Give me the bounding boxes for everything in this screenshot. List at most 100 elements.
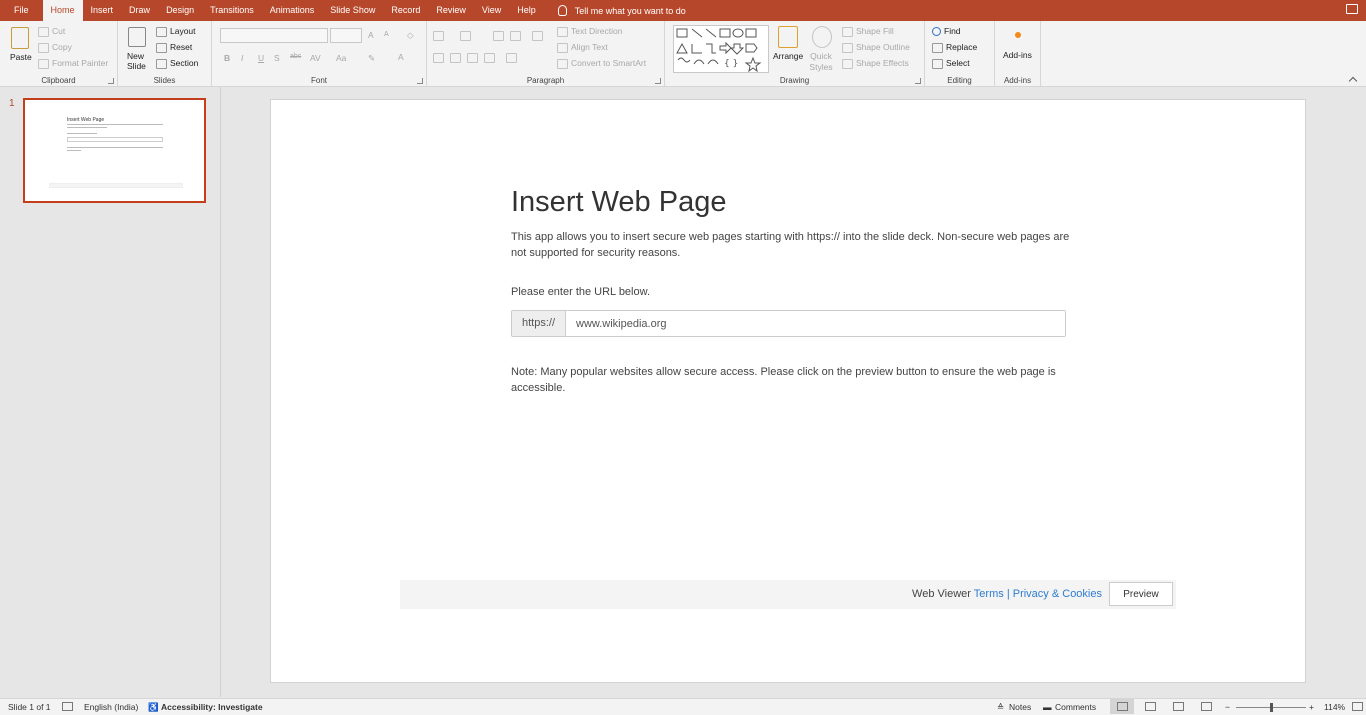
shape-fill-button[interactable]: Shape Fill — [842, 26, 894, 37]
decrease-indent-icon[interactable] — [493, 31, 504, 41]
url-prefix-label: https:// — [512, 311, 566, 336]
notes-button[interactable]: Notes — [1009, 702, 1031, 712]
language-indicator[interactable]: English (India) — [84, 702, 138, 712]
convert-smartart-button[interactable]: Convert to SmartArt — [557, 58, 646, 69]
zoom-in-button[interactable]: + — [1309, 702, 1314, 712]
addins-icon[interactable] — [1015, 32, 1021, 38]
tab-transitions[interactable]: Transitions — [202, 0, 262, 21]
italic-button[interactable]: I — [241, 53, 243, 63]
section-button[interactable]: Section — [156, 58, 198, 69]
privacy-link[interactable]: Privacy & Cookies — [1013, 588, 1102, 600]
slide-thumbnail[interactable]: Insert Web Page — [23, 98, 206, 203]
font-size-select[interactable] — [330, 28, 362, 43]
highlight-icon[interactable]: ✎ — [368, 53, 375, 64]
line-spacing-icon[interactable] — [532, 31, 543, 41]
align-right-icon[interactable] — [467, 53, 478, 63]
strikethrough-button[interactable]: abc — [290, 53, 301, 60]
fit-to-window-icon[interactable] — [1352, 702, 1363, 711]
tab-slide-show[interactable]: Slide Show — [322, 0, 383, 21]
tab-help[interactable]: Help — [509, 0, 544, 21]
tell-me-search[interactable]: Tell me what you want to do — [557, 5, 686, 16]
tab-animations[interactable]: Animations — [262, 0, 323, 21]
text-direction-button[interactable]: Text Direction — [557, 26, 623, 37]
arrange-button[interactable]: Arrange — [773, 51, 803, 61]
clipboard-launcher-icon[interactable] — [108, 78, 114, 84]
shapes-icon: { } — [676, 28, 762, 73]
description-text: This app allows you to insert secure web… — [511, 231, 1070, 259]
quick-styles-icon[interactable] — [812, 26, 832, 48]
grow-font-button[interactable]: A — [368, 30, 374, 40]
quick-styles-button[interactable]: Quick Styles — [806, 51, 836, 73]
cut-button[interactable]: Cut — [38, 26, 65, 37]
addins-button[interactable]: Add-ins — [1003, 50, 1032, 60]
paragraph-launcher-icon[interactable] — [655, 78, 661, 84]
layout-button[interactable]: Layout — [156, 26, 196, 37]
comments-icon[interactable] — [1346, 4, 1358, 14]
url-prompt-text: Please enter the URL below. — [511, 286, 651, 298]
tab-review[interactable]: Review — [428, 0, 474, 21]
paste-button[interactable]: Paste — [10, 52, 32, 62]
bold-button[interactable]: B — [224, 53, 230, 63]
font-family-select[interactable] — [220, 28, 328, 43]
align-center-icon[interactable] — [450, 53, 461, 63]
tab-file[interactable]: File — [0, 0, 43, 21]
change-case-button[interactable]: Aa — [336, 53, 346, 63]
reading-view-icon[interactable] — [1173, 702, 1184, 711]
paste-icon[interactable] — [11, 27, 29, 49]
replace-button[interactable]: Replace — [932, 42, 977, 53]
format-painter-button[interactable]: Format Painter — [38, 58, 108, 69]
paragraph-label: Paragraph — [526, 76, 565, 85]
justify-icon[interactable] — [484, 53, 495, 63]
tab-design[interactable]: Design — [158, 0, 202, 21]
align-text-button[interactable]: Align Text — [557, 42, 608, 53]
select-button[interactable]: Select — [932, 58, 970, 69]
slide-sorter-icon[interactable] — [1145, 702, 1156, 711]
tab-record[interactable]: Record — [383, 0, 428, 21]
zoom-out-button[interactable]: − — [1225, 702, 1230, 712]
text-direction-icon — [557, 26, 568, 37]
zoom-level[interactable]: 114% — [1324, 702, 1345, 712]
format-painter-label: Format Painter — [52, 58, 109, 68]
shape-outline-button[interactable]: Shape Outline — [842, 42, 910, 53]
copy-button[interactable]: Copy — [38, 42, 72, 53]
preview-button[interactable]: Preview — [1109, 582, 1173, 606]
normal-view-icon[interactable] — [1117, 702, 1128, 711]
accessibility-status[interactable]: Accessibility: Investigate — [161, 702, 263, 712]
tab-view[interactable]: View — [474, 0, 509, 21]
numbering-icon[interactable] — [460, 31, 471, 41]
shape-effects-button[interactable]: Shape Effects — [842, 58, 909, 69]
drawing-launcher-icon[interactable] — [915, 78, 921, 84]
shadow-button[interactable]: S — [274, 53, 280, 63]
font-launcher-icon[interactable] — [417, 78, 423, 84]
reset-button[interactable]: Reset — [156, 42, 192, 53]
align-left-icon[interactable] — [433, 53, 444, 63]
slideshow-icon[interactable] — [1201, 702, 1212, 711]
section-icon — [156, 58, 167, 69]
font-color-icon[interactable]: A — [398, 52, 404, 62]
bullets-icon[interactable] — [433, 31, 444, 41]
tab-home[interactable]: Home — [42, 0, 83, 21]
increase-indent-icon[interactable] — [510, 31, 521, 41]
columns-icon[interactable] — [506, 53, 517, 63]
url-input[interactable] — [566, 311, 1065, 336]
clear-format-icon[interactable]: ◇ — [407, 30, 414, 41]
shrink-font-button[interactable]: A — [384, 31, 389, 38]
comments-button[interactable]: Comments — [1055, 702, 1096, 712]
collapse-ribbon-icon[interactable] — [1348, 76, 1358, 86]
new-slide-icon[interactable] — [128, 27, 146, 47]
terms-link[interactable]: Terms — [974, 588, 1004, 600]
arrange-icon[interactable] — [778, 26, 798, 48]
tab-draw[interactable]: Draw — [121, 0, 158, 21]
tell-me-label: Tell me what you want to do — [574, 5, 686, 16]
underline-button[interactable]: U — [258, 53, 264, 63]
find-button[interactable]: Find — [932, 26, 961, 37]
new-slide-button[interactable]: New Slide — [127, 51, 149, 71]
shapes-gallery[interactable]: { } — [673, 25, 769, 73]
char-spacing-button[interactable]: AV — [310, 53, 321, 63]
slide-canvas[interactable]: Insert Web Page This app allows you to i… — [270, 99, 1306, 683]
spelling-icon[interactable] — [62, 702, 73, 711]
cut-label: Cut — [52, 26, 66, 36]
tab-insert[interactable]: Insert — [83, 0, 122, 21]
zoom-slider-thumb[interactable] — [1270, 703, 1273, 712]
clipboard-group: Paste Cut Copy Format Painter Clipboard — [0, 21, 118, 87]
